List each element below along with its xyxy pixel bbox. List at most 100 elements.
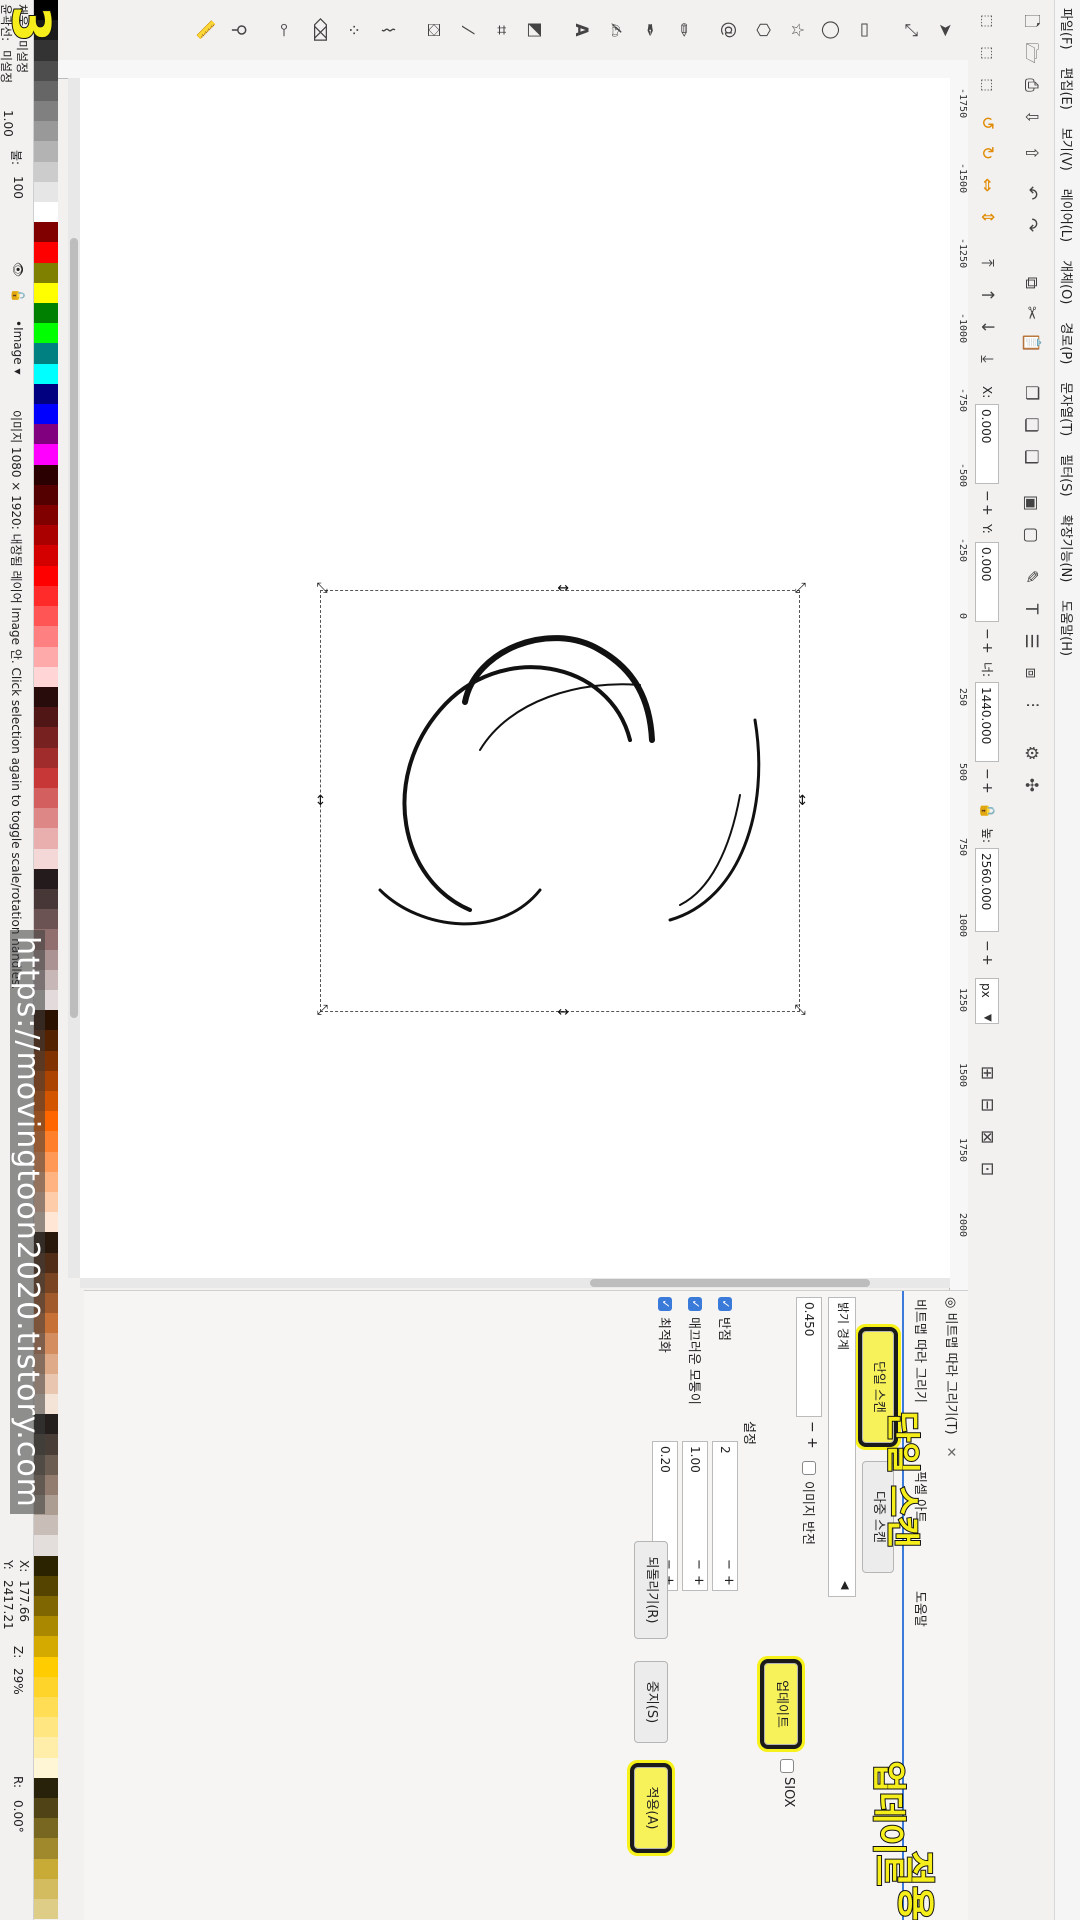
palette-swatch[interactable] — [34, 1798, 58, 1819]
palette-swatch[interactable] — [34, 1575, 58, 1597]
height-field[interactable]: 2560.000 — [975, 848, 999, 932]
palette-swatch[interactable] — [34, 1899, 58, 1920]
menu-object[interactable]: 개체(O) — [1058, 260, 1077, 304]
palette-swatch[interactable] — [34, 101, 58, 122]
palette-swatch[interactable] — [34, 404, 58, 425]
y-field[interactable]: 0.000 — [975, 542, 999, 622]
measure-tool-icon[interactable]: 📏 — [192, 17, 218, 43]
palette-swatch[interactable] — [34, 868, 58, 889]
mesh-tool-icon[interactable]: ⌗ — [488, 17, 514, 43]
open-icon[interactable]: 🗁 — [1018, 40, 1044, 66]
pen-tool-icon[interactable]: ✒ — [636, 17, 662, 43]
palette-swatch[interactable] — [34, 222, 58, 243]
palette-swatch[interactable] — [34, 181, 58, 203]
reset-button[interactable]: 되돌리기(R) — [634, 1541, 668, 1639]
palette-swatch[interactable] — [34, 787, 58, 809]
scale-corners-icon[interactable]: ⊟ — [974, 1092, 1000, 1118]
deselect-icon[interactable]: ⬚ — [974, 72, 1000, 98]
dropper-tool-icon[interactable]: ⁄ — [454, 17, 480, 43]
text-font-icon[interactable]: T — [1018, 596, 1044, 622]
smooth-corners-checkbox[interactable]: ✓ — [688, 1297, 702, 1311]
select-all-icon[interactable]: ⬚ — [974, 8, 1000, 34]
group-icon[interactable]: ▣ — [1018, 490, 1044, 516]
rectangle-tool-icon[interactable]: ▭ — [852, 17, 878, 43]
menu-view[interactable]: 보기(V) — [1058, 128, 1077, 171]
fill-stroke-icon[interactable]: ✎ — [1018, 564, 1044, 590]
smooth-corners-plus-button[interactable]: + — [691, 1575, 706, 1586]
palette-swatch[interactable] — [34, 323, 58, 344]
new-document-icon[interactable]: 🗋 — [1018, 8, 1044, 34]
palette-swatch[interactable] — [34, 727, 58, 748]
siox-checkbox[interactable] — [780, 1759, 794, 1773]
palette-swatch[interactable] — [34, 1717, 58, 1738]
palette-swatch[interactable] — [34, 909, 58, 930]
transform-patterns-icon[interactable]: ⊡ — [974, 1156, 1000, 1182]
print-icon[interactable]: ⎙ — [1018, 72, 1044, 98]
pencil-tool-icon[interactable]: ✏ — [670, 17, 696, 43]
threshold-plus-button[interactable]: + — [804, 1437, 820, 1449]
horizontal-scrollbar[interactable] — [68, 78, 80, 1278]
palette-swatch[interactable] — [34, 484, 58, 506]
smooth-corners-minus-button[interactable]: − — [691, 1559, 706, 1570]
palette-swatch[interactable] — [34, 1535, 58, 1556]
palette-swatch[interactable] — [34, 848, 58, 869]
flip-horizontal-icon[interactable]: ⇔ — [974, 172, 1000, 198]
cut-icon[interactable]: ✂ — [1018, 300, 1044, 326]
transform-gradients-icon[interactable]: ⊠ — [974, 1124, 1000, 1150]
palette-swatch[interactable] — [34, 1596, 58, 1617]
unlink-clone-icon[interactable]: ❑ — [1018, 444, 1044, 470]
menu-path[interactable]: 경로(P) — [1058, 322, 1077, 364]
undo-icon[interactable]: ↶ — [1018, 180, 1044, 206]
connector-tool-icon[interactable]: ⟜ — [272, 17, 298, 43]
opacity-value[interactable]: 100 — [11, 176, 25, 199]
detection-mode-select[interactable]: 밝기 경계 — [828, 1297, 856, 1597]
palette-swatch[interactable] — [34, 1878, 58, 1900]
height-minus-button[interactable]: − — [975, 940, 999, 952]
palette-swatch[interactable] — [34, 686, 58, 708]
rotate-ccw-icon[interactable]: ↺ — [974, 110, 1000, 136]
y-plus-button[interactable]: + — [975, 642, 999, 654]
x-plus-button[interactable]: + — [975, 504, 999, 516]
export-icon[interactable]: ⇧ — [1018, 140, 1044, 166]
palette-swatch[interactable] — [34, 1636, 58, 1657]
palette-swatch[interactable] — [34, 141, 58, 162]
palette-swatch[interactable] — [34, 363, 58, 384]
speckles-plus-button[interactable]: + — [721, 1575, 736, 1586]
menu-extensions[interactable]: 확장기능(N) — [1058, 515, 1077, 583]
eraser-tool-icon[interactable]: ⌫ — [306, 17, 332, 43]
star-tool-icon[interactable]: ☆ — [784, 17, 810, 43]
select-all-layers-icon[interactable]: ⬚ — [974, 40, 1000, 66]
palette-swatch[interactable] — [34, 303, 58, 324]
palette-swatch[interactable] — [34, 282, 58, 304]
threshold-minus-button[interactable]: − — [804, 1421, 820, 1433]
palette-swatch[interactable] — [34, 505, 58, 526]
x-field[interactable]: 0.000 — [975, 404, 999, 484]
menu-text[interactable]: 문자열(T) — [1058, 382, 1077, 436]
import-icon[interactable]: ⇩ — [1018, 104, 1044, 130]
gradient-tool-icon[interactable]: ◩ — [522, 17, 548, 43]
palette-swatch[interactable] — [34, 525, 58, 546]
ungroup-icon[interactable]: ▢ — [1018, 522, 1044, 548]
palette-swatch[interactable] — [34, 1555, 58, 1576]
paste-icon[interactable]: 📋 — [1018, 330, 1044, 356]
menu-layer[interactable]: 레이어(L) — [1058, 189, 1077, 242]
selector-tool-icon[interactable]: ➤ — [932, 17, 958, 43]
lower-to-bottom-icon[interactable]: ⤓ — [974, 346, 1000, 372]
apply-button[interactable]: 적용(A) — [632, 1757, 670, 1859]
palette-swatch[interactable] — [34, 242, 58, 263]
palette-swatch[interactable] — [34, 383, 58, 405]
duplicate-icon[interactable]: ❐ — [1018, 380, 1044, 406]
palette-swatch[interactable] — [34, 606, 58, 627]
palette-swatch[interactable] — [34, 646, 58, 667]
text-tool-icon[interactable]: A — [568, 17, 594, 43]
spray-tool-icon[interactable]: ⁘ — [340, 17, 366, 43]
3dbox-tool-icon[interactable]: ⬡ — [750, 17, 776, 43]
palette-swatch[interactable] — [34, 80, 58, 102]
palette-swatch[interactable] — [34, 424, 58, 445]
palette-swatch[interactable] — [34, 1818, 58, 1839]
palette-swatch[interactable] — [34, 666, 58, 687]
close-icon[interactable]: ✕ — [943, 1447, 958, 1458]
ellipse-tool-icon[interactable]: ◯ — [818, 17, 844, 43]
align-icon[interactable]: ⫶ — [1018, 692, 1044, 718]
menu-help[interactable]: 도움말(H) — [1058, 600, 1077, 656]
